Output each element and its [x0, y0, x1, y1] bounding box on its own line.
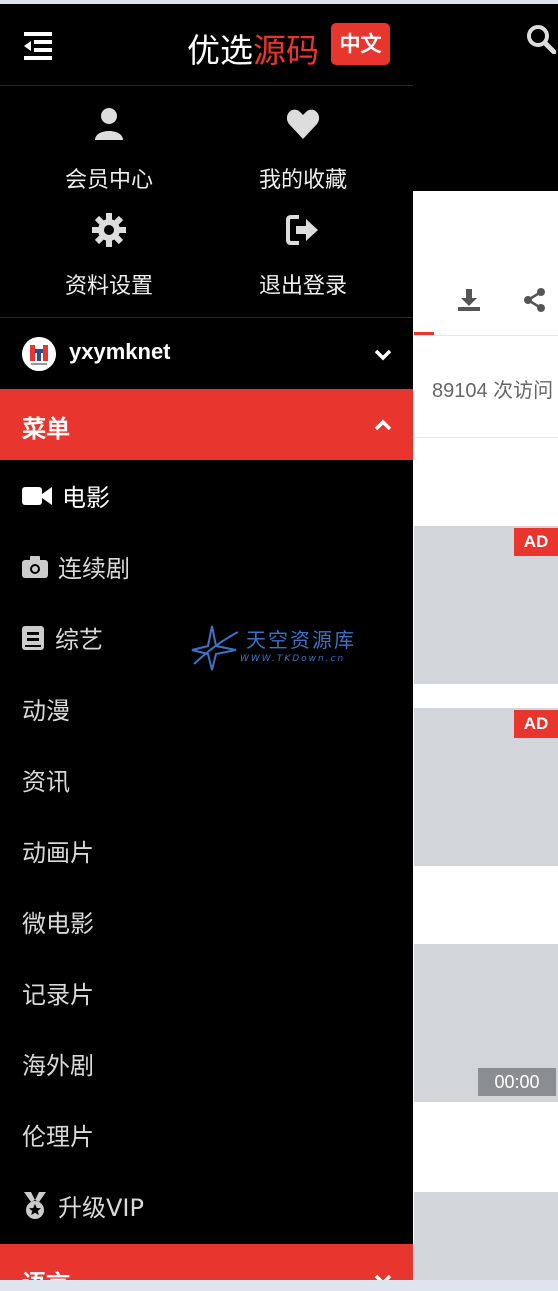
avatar [22, 337, 56, 371]
ad-badge: AD [514, 710, 558, 738]
video-card[interactable]: 00:00 [414, 944, 558, 1102]
menu-item-series[interactable]: 连续剧 [0, 531, 413, 602]
camera-icon [22, 556, 48, 578]
side-drawer: 优选源码 中文 会员中心 我的收藏 资料设置 退出登录 yxymknet 菜单 … [0, 4, 413, 1280]
menu-item-overseas[interactable]: 海外剧 [0, 1028, 413, 1099]
divider [414, 335, 558, 336]
video-camera-icon [22, 487, 52, 505]
search-icon[interactable] [526, 24, 556, 54]
menu-item-label: 连续剧 [58, 555, 130, 583]
brand-text-accent: 源码 [253, 31, 319, 70]
profile-settings-link[interactable]: 资料设置 [9, 212, 209, 300]
ad-card[interactable]: AD [414, 526, 558, 684]
language-badge[interactable]: 中文 [331, 23, 390, 65]
chevron-down-icon [374, 1274, 392, 1280]
divider [0, 317, 413, 318]
chevron-up-icon [374, 419, 392, 431]
window-bottom-border [0, 1280, 558, 1291]
menu-item-upgrade-vip[interactable]: 升级VIP [0, 1170, 413, 1241]
menu-item-micro-film[interactable]: 微电影 [0, 886, 413, 957]
favorites-label: 我的收藏 [258, 168, 347, 193]
member-center-label: 会员中心 [64, 168, 153, 193]
menu-item-label: 动画片 [22, 839, 94, 867]
watermark-title: 天空资源库 [246, 628, 356, 652]
menu-item-label: 动漫 [22, 697, 70, 725]
menu-item-label: 海外剧 [22, 1052, 94, 1080]
brand-text-primary: 优选 [187, 31, 253, 70]
username: yxymknet [69, 339, 171, 364]
language-section-header[interactable]: 语言 [0, 1244, 413, 1280]
logout-label: 退出登录 [258, 274, 347, 299]
menu-collapse-icon[interactable] [22, 30, 54, 60]
share-icon[interactable] [522, 287, 548, 313]
gear-icon [92, 213, 126, 247]
menu-item-documentary[interactable]: 记录片 [0, 957, 413, 1028]
duration-badge: 00:00 [478, 1068, 556, 1096]
menu-item-news[interactable]: 资讯 [0, 744, 413, 815]
member-center-link[interactable]: 会员中心 [9, 106, 209, 194]
menu-item-label: 伦理片 [22, 1123, 94, 1151]
watermark-star-icon [191, 625, 239, 671]
profile-settings-label: 资料设置 [64, 274, 153, 299]
menu-item-movies[interactable]: 电影 [0, 460, 413, 531]
ad-badge: AD [514, 528, 558, 556]
drawer-header: 优选源码 中文 [0, 4, 413, 86]
menu-item-label: 电影 [62, 484, 110, 512]
heart-icon [286, 109, 320, 139]
menu-item-label: 资讯 [22, 768, 70, 796]
menu-item-cartoon[interactable]: 动画片 [0, 815, 413, 886]
menu-item-label: 记录片 [22, 981, 94, 1009]
menu-item-label: 微电影 [22, 910, 94, 938]
ad-card[interactable]: AD [414, 708, 558, 866]
language-section-title: 语言 [22, 1264, 70, 1280]
chevron-down-icon [374, 349, 392, 361]
menu-item-ethics[interactable]: 伦理片 [0, 1099, 413, 1170]
brand-logo[interactable]: 优选源码 [187, 24, 319, 72]
download-icon[interactable] [456, 287, 482, 313]
user-account-row[interactable]: yxymknet [0, 319, 413, 389]
menu-item-anime[interactable]: 动漫 [0, 673, 413, 744]
watermark: 天空资源库 WWW.TKDown.cn [190, 624, 370, 672]
video-card[interactable] [414, 1192, 558, 1280]
divider [414, 437, 558, 438]
menu-item-label: 综艺 [55, 626, 103, 654]
user-icon [95, 108, 123, 140]
sign-out-icon [286, 215, 318, 245]
favorites-link[interactable]: 我的收藏 [203, 106, 403, 194]
menu-item-label: 升级VIP [58, 1194, 144, 1222]
menu-section-title: 菜单 [22, 415, 70, 443]
book-icon [22, 626, 44, 650]
visit-count: 89104 次访问 [432, 380, 554, 402]
video-toolbar [414, 287, 558, 335]
medal-icon [24, 1192, 46, 1219]
menu-section-header[interactable]: 菜单 [0, 389, 413, 460]
logout-link[interactable]: 退出登录 [203, 212, 403, 300]
watermark-url: WWW.TKDown.cn [240, 654, 346, 664]
